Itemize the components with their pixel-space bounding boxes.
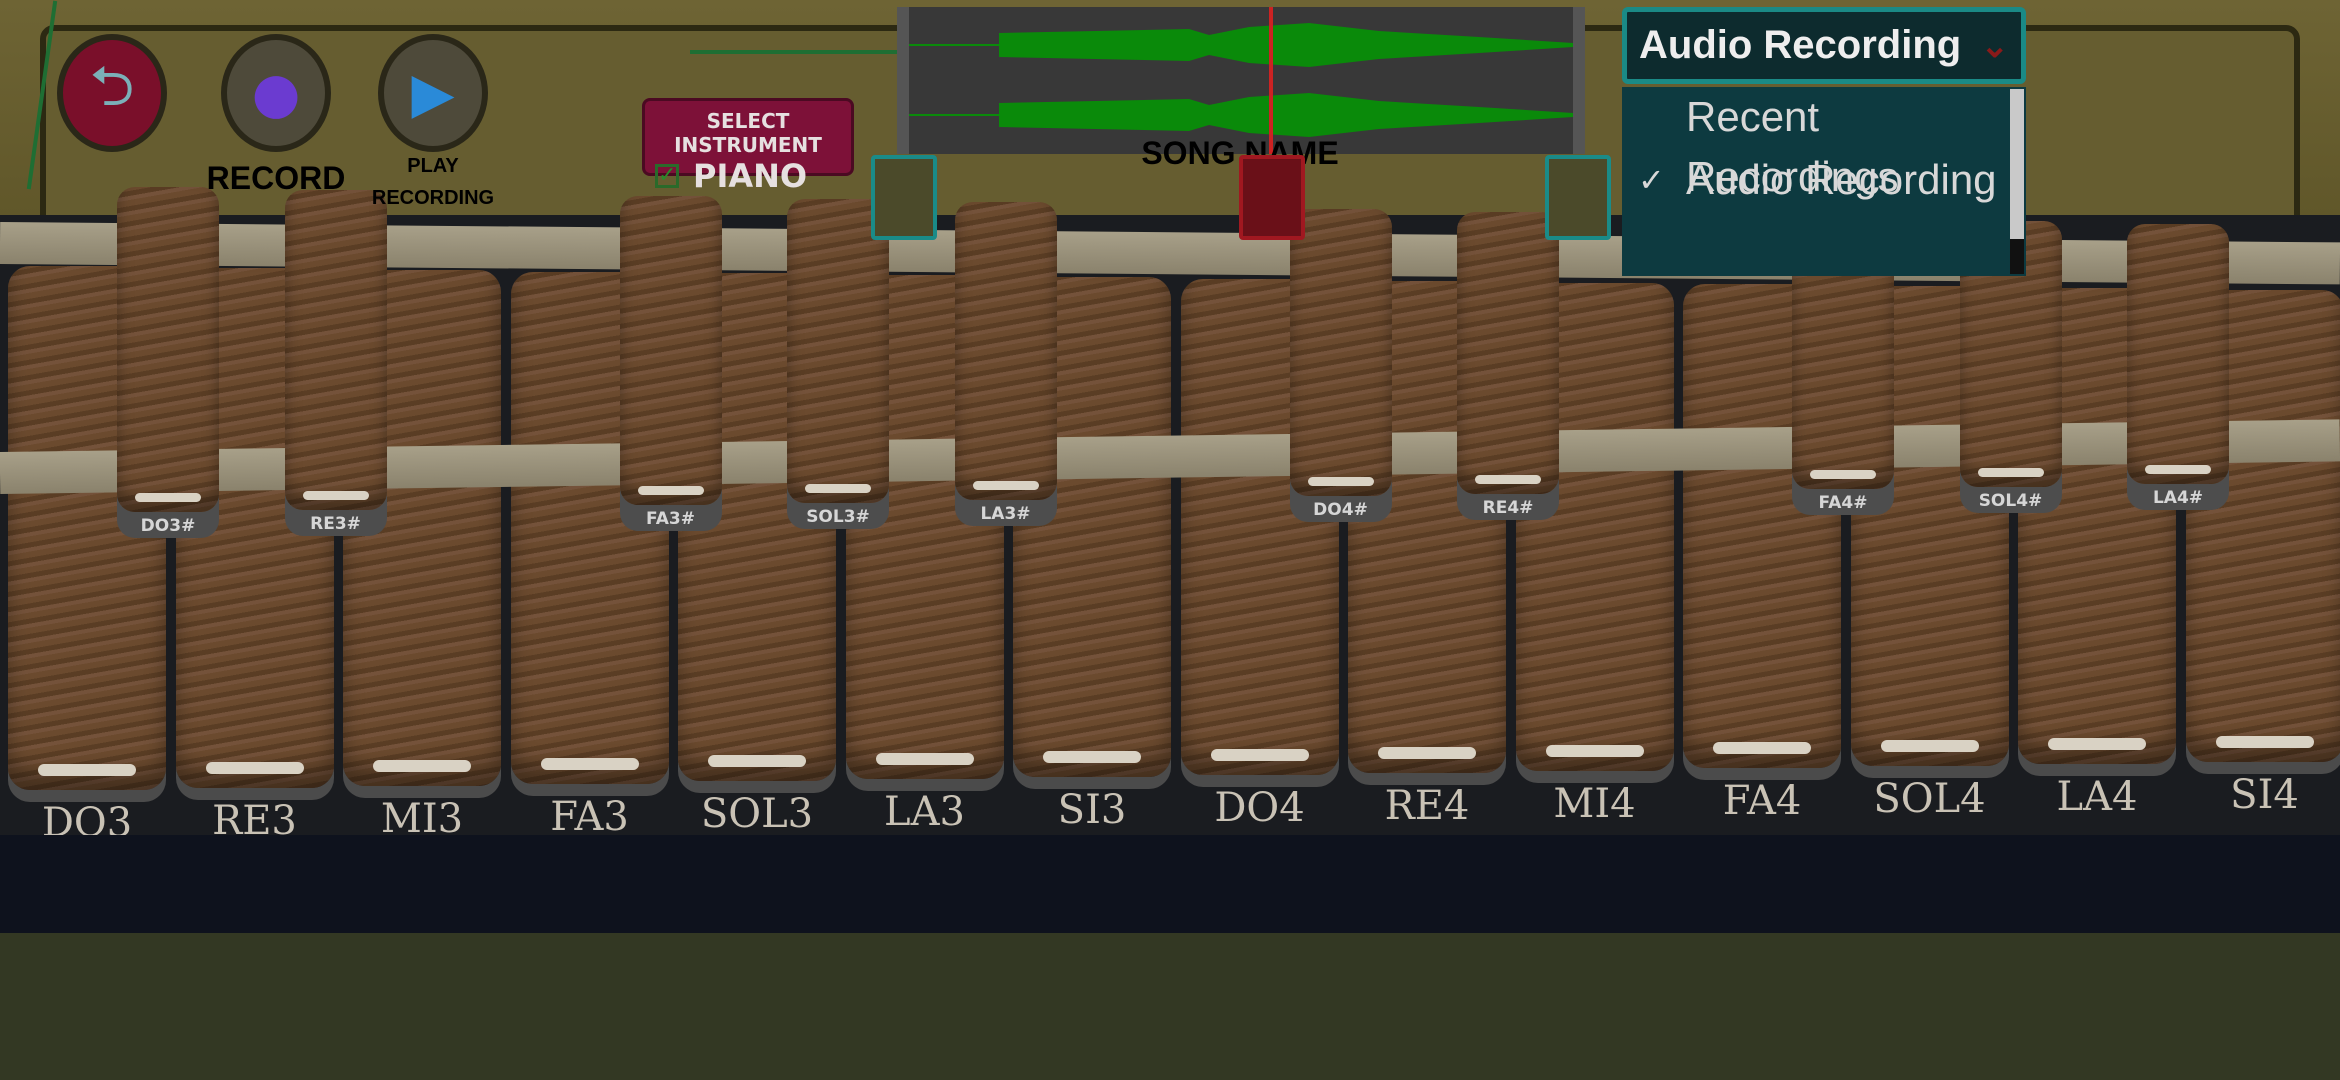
record-gem-icon: ● bbox=[251, 60, 301, 126]
play-recording-label: PLAY RECORDING bbox=[358, 150, 508, 214]
waveform-channel-1 bbox=[909, 23, 1573, 67]
play-label-line1: PLAY bbox=[407, 155, 459, 177]
dropdown-option-audio-recording[interactable]: ✓ Audio Recording bbox=[1622, 150, 2002, 210]
back-arrow-icon: ⮌ bbox=[89, 53, 135, 119]
key-label: RE4 bbox=[1384, 782, 1470, 829]
dropdown-selected: Audio Recording bbox=[1639, 23, 1962, 67]
key-shine bbox=[1475, 474, 1541, 484]
key-re4-sharp[interactable] bbox=[1457, 211, 1559, 494]
key-shine bbox=[135, 493, 201, 502]
key-shine bbox=[373, 759, 471, 772]
key-sol3-sharp[interactable] bbox=[787, 199, 889, 503]
chevron-down-icon: ⌄ bbox=[1980, 26, 2010, 65]
key-shine bbox=[972, 481, 1039, 491]
key-shine bbox=[1307, 476, 1374, 486]
record-label: RECORD bbox=[206, 160, 346, 196]
sharp-key-label: RE4# bbox=[1482, 497, 1534, 518]
play-label-line2: RECORDING bbox=[371, 187, 495, 209]
sharp-key-label: RE3# bbox=[310, 513, 361, 534]
trim-end-handle[interactable] bbox=[1545, 155, 1611, 240]
sharp-key-label: SOL3# bbox=[806, 506, 870, 527]
key-shine bbox=[302, 490, 369, 500]
key-shine bbox=[38, 764, 136, 776]
key-shine bbox=[1210, 748, 1309, 761]
sharp-key-label: DO3# bbox=[140, 516, 196, 536]
sharp-key-label: SOL4# bbox=[1978, 490, 2043, 511]
option-label: Audio Recording bbox=[1686, 156, 1997, 203]
key-label: SI4 bbox=[2230, 772, 2299, 818]
recording-dropdown[interactable]: Audio Recording ⌄ bbox=[1622, 7, 2026, 84]
key-do4-sharp[interactable] bbox=[1289, 208, 1392, 496]
key-label: DO4 bbox=[1214, 784, 1305, 831]
checkbox-icon: ✓ bbox=[655, 164, 679, 188]
key-label: FA4 bbox=[1722, 778, 1802, 825]
key-shine bbox=[1713, 742, 1811, 755]
key-label: MI4 bbox=[1553, 780, 1636, 827]
play-gem-icon: ▶ bbox=[411, 60, 455, 126]
play-recording-button[interactable]: ▶ bbox=[378, 34, 488, 152]
key-shine bbox=[1880, 740, 1979, 753]
dropdown-list: Recent Recordings ✓ Audio Recording bbox=[1622, 87, 2026, 276]
key-shine bbox=[1043, 751, 1141, 764]
key-re3-sharp[interactable] bbox=[284, 190, 387, 510]
key-label: LA4 bbox=[2056, 774, 2138, 821]
back-button[interactable]: ⮌ bbox=[57, 34, 167, 152]
select-instrument-title: SELECT INSTRUMENT bbox=[674, 109, 822, 157]
waveform-display[interactable] bbox=[897, 7, 1585, 154]
key-shine bbox=[1810, 469, 1876, 479]
waveform-svg bbox=[909, 7, 1573, 154]
key-shine bbox=[637, 486, 704, 496]
scrollbar-thumb[interactable] bbox=[2010, 89, 2024, 239]
record-button[interactable]: ● bbox=[221, 34, 331, 152]
key-la3-sharp[interactable] bbox=[954, 202, 1057, 501]
key-fa3-sharp[interactable] bbox=[619, 196, 722, 506]
check-icon: ✓ bbox=[1638, 162, 1665, 198]
instrument-value: PIANO bbox=[693, 157, 808, 195]
sharp-key-label: DO4# bbox=[1313, 499, 1368, 520]
waveform-channel-2 bbox=[909, 93, 1573, 137]
key-shine bbox=[805, 483, 871, 493]
key-shine bbox=[1545, 744, 1644, 757]
key-shine bbox=[205, 761, 304, 774]
dropdown-option-recent-recordings[interactable]: Recent Recordings bbox=[1622, 87, 2002, 200]
key-do3-sharp[interactable] bbox=[117, 187, 219, 512]
sharp-key-label: LA3# bbox=[980, 504, 1031, 525]
key-shine bbox=[2215, 736, 2314, 748]
playhead-handle[interactable] bbox=[1239, 155, 1305, 240]
key-shine bbox=[875, 753, 974, 766]
key-label: SOL4 bbox=[1873, 776, 1986, 823]
key-shine bbox=[1378, 746, 1476, 759]
key-label: LA3 bbox=[884, 789, 965, 836]
trim-start-handle[interactable] bbox=[871, 155, 937, 240]
sharp-key-label: FA3# bbox=[646, 509, 695, 530]
bottom-band bbox=[0, 835, 2340, 933]
dropdown-scrollbar[interactable] bbox=[2010, 89, 2024, 274]
sharp-key-label: FA4# bbox=[1818, 492, 1868, 513]
key-label: SOL3 bbox=[700, 791, 814, 838]
key-shine bbox=[708, 755, 806, 768]
key-shine bbox=[1977, 467, 2044, 477]
sharp-key-label: LA4# bbox=[2152, 488, 2204, 509]
key-shine bbox=[2048, 738, 2146, 751]
key-label: FA3 bbox=[550, 793, 629, 840]
key-shine bbox=[540, 757, 639, 770]
key-label: SI3 bbox=[1057, 787, 1127, 834]
key-shine bbox=[2145, 465, 2211, 475]
key-la4-sharp[interactable] bbox=[2127, 223, 2229, 485]
select-instrument-button[interactable]: SELECT INSTRUMENT ✓ PIANO bbox=[642, 98, 854, 195]
